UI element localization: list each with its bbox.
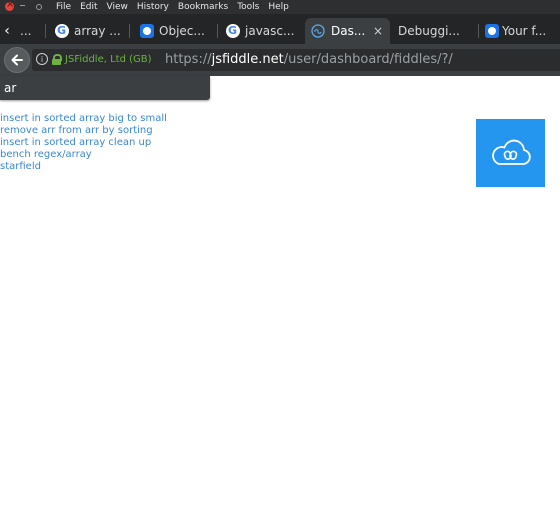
fiddle-link[interactable]: insert in sorted array clean up xyxy=(0,137,167,149)
jsfiddle-icon xyxy=(311,24,325,38)
url-bar[interactable]: i JSFiddle, Ltd (GB) https://jsfiddle.ne… xyxy=(32,49,560,71)
tab-4-active[interactable]: Das... × xyxy=(305,18,390,44)
tab-separator xyxy=(45,24,46,38)
tab-strip: ‹ ... array ... Objec... javasc... Das..… xyxy=(0,14,560,44)
tab-0[interactable]: ... xyxy=(16,18,46,44)
window-minimize-button[interactable] xyxy=(20,5,25,6)
list-item: insert in sorted array big to small xyxy=(0,113,167,125)
tab-separator xyxy=(217,24,218,38)
tab-5[interactable]: Debuggi... xyxy=(391,18,479,44)
site-identity[interactable]: JSFiddle, Ltd (GB) xyxy=(65,49,152,71)
tab-label: javasc... xyxy=(245,24,295,38)
fiddle-link[interactable]: remove arr from arr by sorting xyxy=(0,125,167,137)
fiddle-link[interactable]: bench regex/array xyxy=(0,149,167,161)
fiddle-list: insert in sorted array big to small remo… xyxy=(0,113,167,173)
tab-close-icon[interactable]: × xyxy=(373,18,383,44)
list-item: starfield xyxy=(0,161,167,173)
tab-3[interactable]: javasc... xyxy=(219,18,304,44)
google-icon xyxy=(55,18,69,44)
tab-label: Your f... xyxy=(502,24,547,38)
cloud-infinity-icon xyxy=(492,139,531,165)
search-box xyxy=(0,76,210,100)
tab-separator xyxy=(129,24,130,38)
menu-view[interactable]: View xyxy=(107,0,128,14)
tab-scroll-left-button[interactable]: ‹ xyxy=(0,18,14,44)
google-icon xyxy=(226,18,240,44)
jsfiddle-logo-tile[interactable] xyxy=(476,119,545,187)
menu-help[interactable]: Help xyxy=(268,0,289,14)
fiddle-link[interactable]: insert in sorted array big to small xyxy=(0,113,167,125)
menu-edit[interactable]: Edit xyxy=(80,0,97,14)
back-arrow-icon xyxy=(11,54,23,66)
tab-label: array ... xyxy=(74,24,121,38)
list-item: remove arr from arr by sorting xyxy=(0,125,167,137)
fiddle-link[interactable]: starfield xyxy=(0,161,167,173)
tab-label: Objec... xyxy=(159,24,205,38)
tab-6[interactable]: Your f... xyxy=(480,18,560,44)
url-host: jsfiddle.net xyxy=(211,52,284,67)
url-prefix: https:// xyxy=(165,52,212,67)
tab-label: Debuggi... xyxy=(398,24,460,38)
menu-history[interactable]: History xyxy=(137,0,169,14)
tab-label: ... xyxy=(20,24,32,38)
info-icon[interactable]: i xyxy=(36,53,48,65)
tab-separator xyxy=(478,24,479,38)
stackoverflow-icon xyxy=(140,24,154,38)
search-input[interactable] xyxy=(4,79,204,97)
url-path: /user/dashboard/fiddles/?/ xyxy=(283,52,453,67)
navigation-bar: i JSFiddle, Ltd (GB) https://jsfiddle.ne… xyxy=(0,44,560,76)
menu-file[interactable]: File xyxy=(56,0,71,14)
list-item: bench regex/array xyxy=(0,149,167,161)
menu-bookmarks[interactable]: Bookmarks xyxy=(178,0,228,14)
back-button[interactable] xyxy=(4,47,30,73)
url-text[interactable]: https://jsfiddle.net/user/dashboard/fidd… xyxy=(165,49,453,71)
lock-icon[interactable] xyxy=(52,54,62,65)
window-maximize-button[interactable] xyxy=(36,4,42,10)
window-close-button[interactable] xyxy=(5,0,14,12)
menu-bar: File Edit View History Bookmarks Tools H… xyxy=(0,0,560,14)
tab-1[interactable]: array ... xyxy=(48,18,130,44)
tab-label: Das... xyxy=(331,24,366,38)
stackoverflow-icon xyxy=(485,24,499,38)
tab-2[interactable]: Objec... xyxy=(133,18,218,44)
menu-tools[interactable]: Tools xyxy=(237,0,259,14)
list-item: insert in sorted array clean up xyxy=(0,137,167,149)
